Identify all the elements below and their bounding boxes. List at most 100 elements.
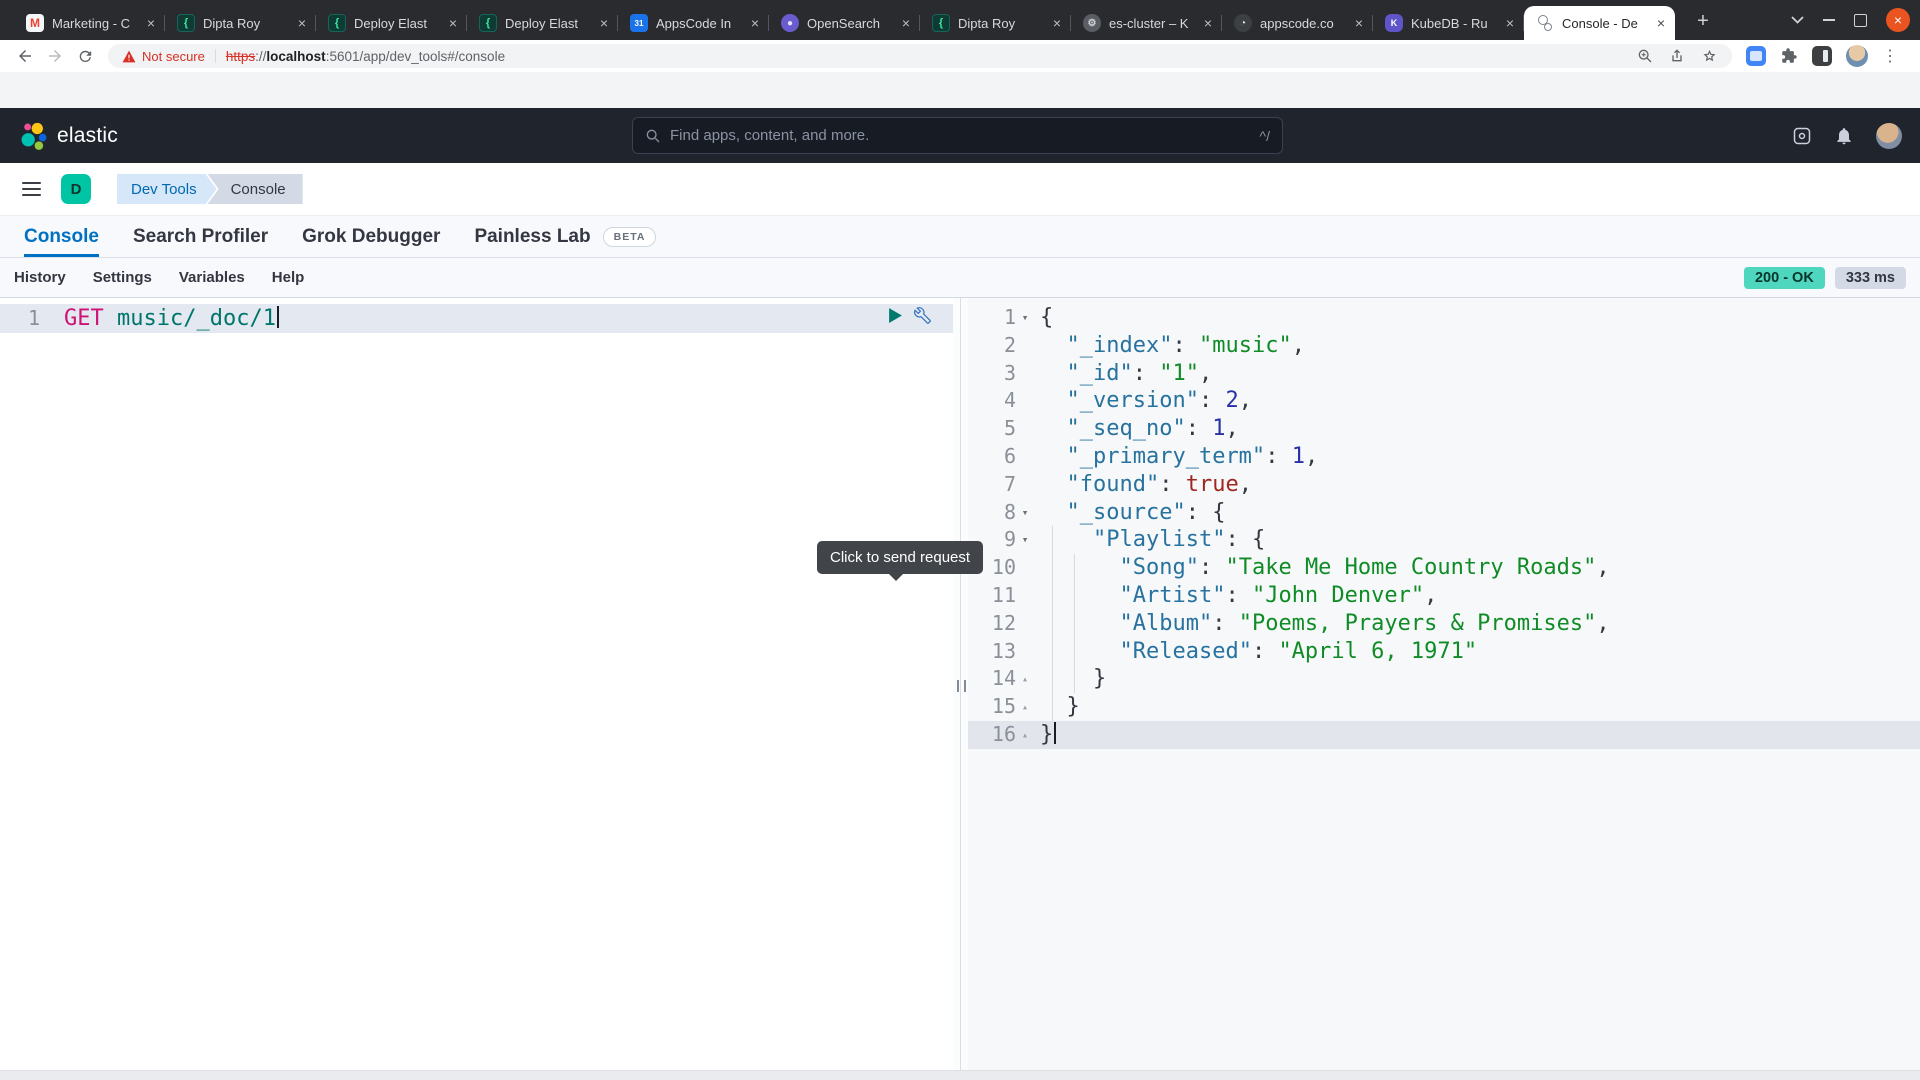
guided-setup-icon[interactable] <box>1792 126 1812 146</box>
response-line: 5 "_seq_no": 1, <box>968 415 1920 443</box>
extension-icon[interactable] <box>1746 46 1766 66</box>
browser-tab[interactable]: Console - De <box>1524 6 1675 40</box>
json-token: : <box>1225 527 1252 552</box>
request-editor[interactable]: 1 GET music/_doc/1 <box>0 298 953 1070</box>
tab-search-profiler[interactable]: Search Profiler <box>133 216 268 257</box>
extensions-puzzle-icon[interactable] <box>1780 47 1798 65</box>
zoom-indicator-icon[interactable] <box>1637 48 1653 64</box>
browser-tab[interactable]: Deploy Elast <box>467 6 618 40</box>
forward-button[interactable] <box>40 42 70 70</box>
browser-tab[interactable]: OpenSearch <box>769 6 920 40</box>
reload-button[interactable] <box>70 42 100 70</box>
json-token: : <box>1172 333 1199 358</box>
response-viewer[interactable]: 1{2 "_index": "music",3 "_id": "1",4 "_v… <box>968 298 1920 1070</box>
menu-help[interactable]: Help <box>272 269 305 286</box>
fold-end-icon[interactable] <box>1016 693 1034 721</box>
browser-tab[interactable]: AppsCode In <box>618 6 769 40</box>
menu-hamburger-icon[interactable] <box>22 182 41 197</box>
code-favicon <box>932 14 950 32</box>
json-token: , <box>1596 611 1609 636</box>
fold-end-icon[interactable] <box>1016 665 1034 693</box>
back-button[interactable] <box>10 42 40 70</box>
tab-close-icon[interactable] <box>445 15 461 31</box>
tab-painless-lab[interactable]: Painless Lab <box>474 216 590 257</box>
menu-settings[interactable]: Settings <box>93 269 152 286</box>
tab-close-icon[interactable] <box>1049 15 1065 31</box>
pane-splitter[interactable] <box>953 298 968 1070</box>
request-token: music/_doc/1 <box>104 306 276 331</box>
browser-menu-icon[interactable]: ⋮ <box>1882 46 1898 66</box>
tab-title: Deploy Elast <box>354 16 437 31</box>
browser-tab[interactable]: Dipta Roy <box>165 6 316 40</box>
breadcrumb-dev-tools[interactable]: Dev Tools <box>117 174 217 204</box>
space-avatar[interactable]: D <box>61 174 91 204</box>
tab-title: KubeDB - Ru <box>1411 16 1494 31</box>
browser-tab[interactable]: Marketing - C <box>14 6 165 40</box>
tab-title: Console - De <box>1562 16 1645 31</box>
response-line-number: 8 <box>968 499 1016 527</box>
send-request-play-icon[interactable] <box>888 307 903 324</box>
new-tab-button[interactable]: + <box>1690 8 1716 34</box>
json-token: "_id" <box>1067 361 1133 386</box>
minimize-button[interactable] <box>1823 19 1835 21</box>
tab-close-icon[interactable] <box>1653 15 1669 31</box>
notifications-bell-icon[interactable] <box>1834 126 1854 146</box>
fold-open-icon[interactable] <box>1016 526 1034 554</box>
fold-open-icon[interactable] <box>1016 304 1034 332</box>
tab-close-icon[interactable] <box>294 15 310 31</box>
elastic-logo-icon <box>18 121 48 151</box>
text-cursor <box>277 306 279 328</box>
json-token: : <box>1186 500 1213 525</box>
address-bar[interactable]: Not secure https://localhost:5601/app/de… <box>108 44 1732 68</box>
tab-close-icon[interactable] <box>1200 15 1216 31</box>
tab-close-icon[interactable] <box>1502 15 1518 31</box>
fold-spacer <box>1016 443 1034 471</box>
tab-painless-lab-group[interactable]: Painless Lab BETA <box>474 216 656 257</box>
splitter-handle-icon[interactable] <box>957 680 966 692</box>
maximize-button[interactable] <box>1854 14 1867 27</box>
response-line: 14 } <box>968 665 1920 693</box>
window-close-button[interactable] <box>1886 8 1910 32</box>
browser-tab[interactable]: KubeDB - Ru <box>1373 6 1524 40</box>
browser-tabs: Marketing - CDipta RoyDeploy ElastDeploy… <box>14 6 1675 40</box>
global-search-input[interactable]: Find apps, content, and more. ^/ <box>632 117 1283 154</box>
elastic-logo[interactable]: elastic <box>18 121 118 151</box>
opensearch-favicon <box>781 14 799 32</box>
fold-end-icon[interactable] <box>1016 721 1034 749</box>
request-options-wrench-icon[interactable] <box>914 307 931 324</box>
tab-close-icon[interactable] <box>898 15 914 31</box>
menu-variables[interactable]: Variables <box>179 269 245 286</box>
json-token: "Artist" <box>1119 583 1225 608</box>
tab-grok-debugger[interactable]: Grok Debugger <box>302 216 440 257</box>
browser-profile-avatar[interactable] <box>1846 45 1868 67</box>
browser-tab[interactable]: appscode.co <box>1222 6 1373 40</box>
side-panel-icon[interactable] <box>1812 46 1832 66</box>
share-icon[interactable] <box>1669 48 1685 64</box>
tab-console[interactable]: Console <box>24 216 99 257</box>
editor-scrollbar-track[interactable] <box>0 1070 1920 1080</box>
browser-tab[interactable]: Deploy Elast <box>316 6 467 40</box>
fold-open-icon[interactable] <box>1016 499 1034 527</box>
tab-close-icon[interactable] <box>1351 15 1367 31</box>
menu-history[interactable]: History <box>14 269 66 286</box>
user-avatar[interactable] <box>1876 123 1902 149</box>
json-token: : <box>1252 639 1279 664</box>
request-code[interactable]: GET music/_doc/1 <box>64 304 279 333</box>
tab-close-icon[interactable] <box>143 15 159 31</box>
response-line-text: } <box>1034 721 1056 749</box>
tab-close-icon[interactable] <box>596 15 612 31</box>
browser-tab[interactable]: Dipta Roy <box>920 6 1071 40</box>
not-secure-label[interactable]: Not secure <box>142 49 205 64</box>
tab-search-chevron-icon[interactable] <box>1791 16 1804 24</box>
json-token: "1" <box>1159 361 1199 386</box>
response-line: 3 "_id": "1", <box>968 360 1920 388</box>
fold-spacer <box>1016 554 1034 582</box>
response-line-number: 14 <box>968 665 1016 693</box>
json-token: , <box>1596 555 1609 580</box>
browser-tab[interactable]: es-cluster – K <box>1071 6 1222 40</box>
response-line-number: 3 <box>968 360 1016 388</box>
json-token: { <box>1212 500 1225 525</box>
browser-toolbar: Not secure https://localhost:5601/app/de… <box>0 40 1920 72</box>
tab-close-icon[interactable] <box>747 15 763 31</box>
bookmark-star-icon[interactable] <box>1701 48 1718 65</box>
